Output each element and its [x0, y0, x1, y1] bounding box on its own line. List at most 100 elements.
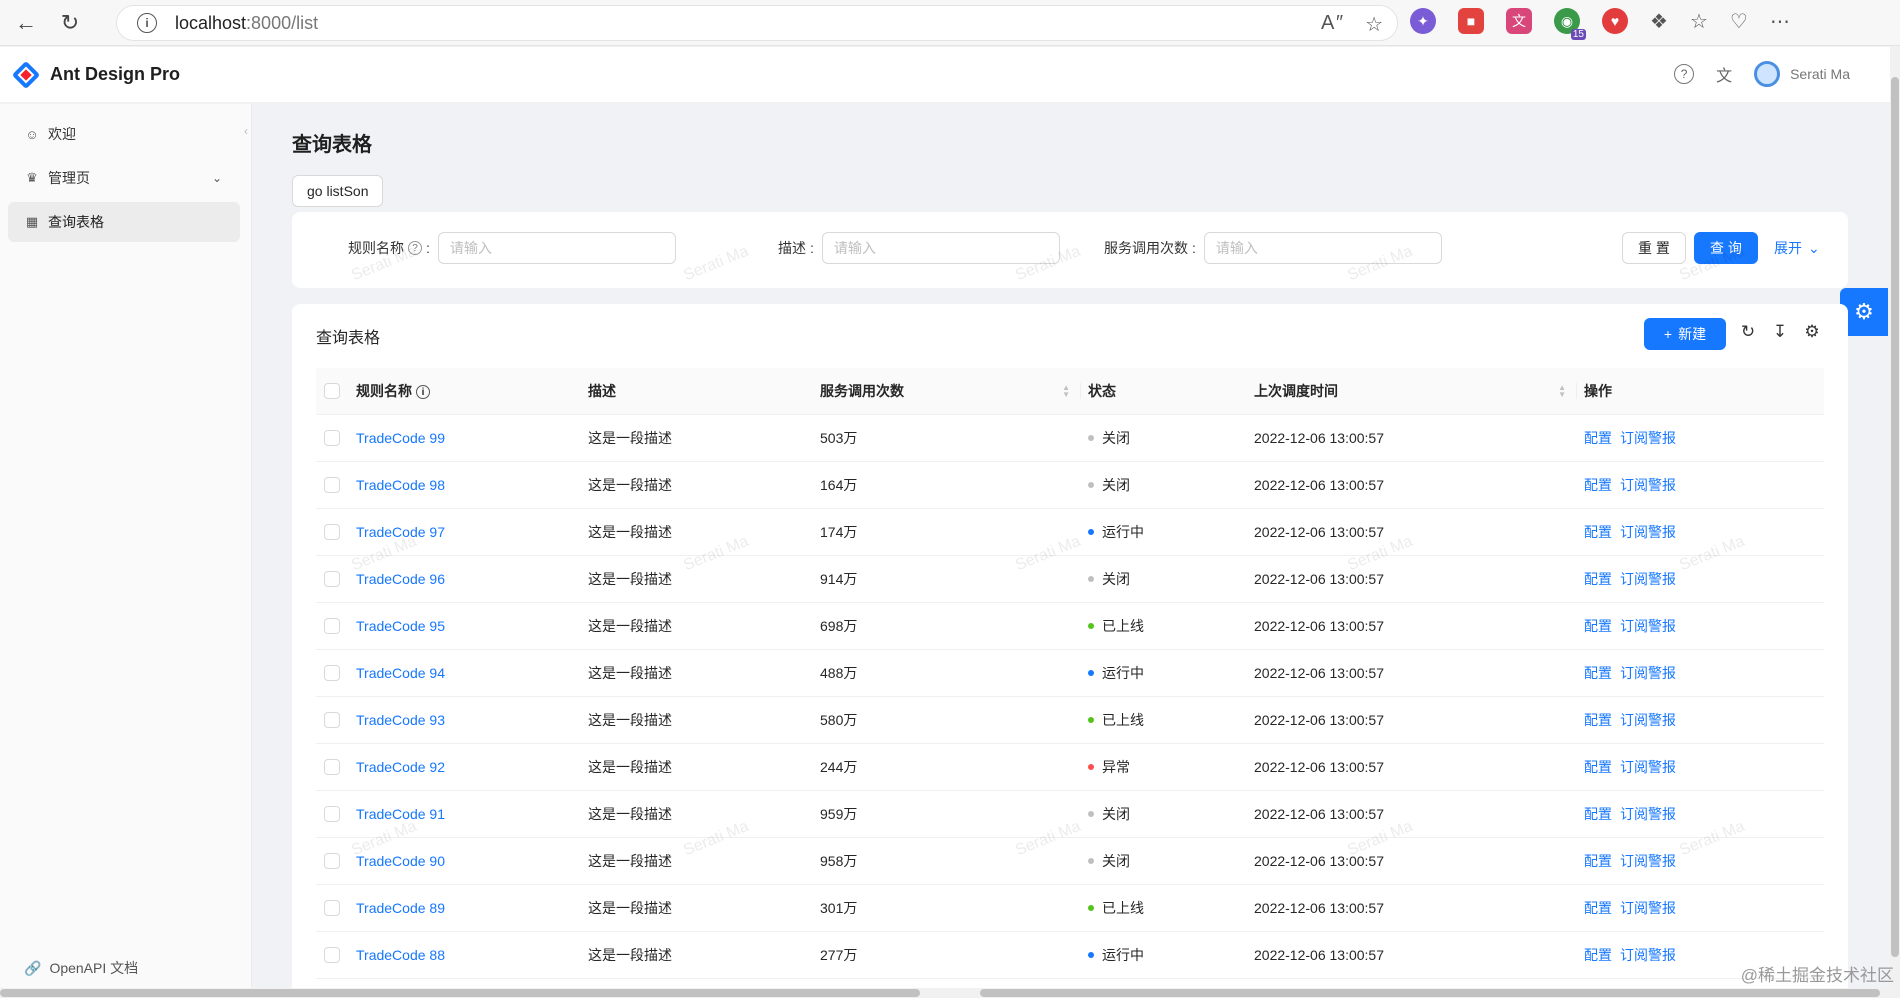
- call-count-input[interactable]: [1203, 232, 1442, 264]
- subscribe-alert-link[interactable]: 订阅警报: [1620, 853, 1676, 869]
- extensions-puzzle-icon[interactable]: ❖: [1650, 9, 1668, 34]
- favorite-star-icon[interactable]: ☆: [1365, 12, 1383, 37]
- address-bar[interactable]: i localhost:8000/list A ″ ☆: [116, 5, 1398, 41]
- subscribe-alert-link[interactable]: 订阅警报: [1620, 524, 1676, 540]
- rule-name-cell: TradeCode 96: [348, 555, 580, 603]
- favorites-icon[interactable]: ☆: [1690, 9, 1708, 34]
- question-circle-icon[interactable]: ?: [408, 241, 422, 255]
- rule-name-link[interactable]: TradeCode 97: [356, 524, 445, 540]
- subscribe-alert-link[interactable]: 订阅警报: [1620, 477, 1676, 493]
- rule-name-link[interactable]: TradeCode 90: [356, 853, 445, 869]
- rule-name-link[interactable]: TradeCode 99: [356, 430, 445, 446]
- extension-shield-icon[interactable]: ♥: [1602, 8, 1628, 34]
- rule-name-link[interactable]: TradeCode 89: [356, 900, 445, 916]
- search-button[interactable]: 查 询: [1694, 232, 1758, 264]
- page-title: 查询表格: [292, 134, 372, 156]
- time-cell: 2022-12-06 13:00:57: [1246, 414, 1576, 462]
- subscribe-alert-link[interactable]: 订阅警报: [1620, 712, 1676, 728]
- row-checkbox[interactable]: [324, 477, 340, 494]
- read-aloud-icon[interactable]: A ″: [1321, 12, 1343, 37]
- config-link[interactable]: 配置: [1584, 712, 1612, 728]
- calls-cell: 301万: [812, 884, 1080, 932]
- browser-essentials-icon[interactable]: ♡: [1730, 9, 1748, 34]
- reload-icon[interactable]: ↻: [52, 5, 88, 41]
- rule-name-link[interactable]: TradeCode 98: [356, 477, 445, 493]
- collapse-sider-icon[interactable]: ‹: [244, 124, 248, 138]
- config-link[interactable]: 配置: [1584, 806, 1612, 822]
- subscribe-alert-link[interactable]: 订阅警报: [1620, 571, 1676, 587]
- subscribe-alert-link[interactable]: 订阅警报: [1620, 759, 1676, 775]
- new-button[interactable]: + 新建: [1644, 318, 1726, 350]
- language-icon[interactable]: 文: [1714, 64, 1734, 85]
- avatar[interactable]: [1754, 61, 1781, 87]
- brand-title[interactable]: Ant Design Pro: [50, 64, 180, 85]
- column-header-time[interactable]: 上次调度时间 ▲ ▼: [1246, 368, 1576, 415]
- call-count-field: 服务调用次数:: [1104, 232, 1442, 264]
- rule-name-link[interactable]: TradeCode 96: [356, 571, 445, 587]
- subscribe-alert-link[interactable]: 订阅警报: [1620, 947, 1676, 963]
- sort-icon[interactable]: ▲ ▼: [1558, 384, 1566, 399]
- vertical-scrollbar[interactable]: [1890, 47, 1900, 988]
- extension-brain-icon[interactable]: ✦: [1410, 8, 1436, 34]
- config-link[interactable]: 配置: [1584, 947, 1612, 963]
- config-link[interactable]: 配置: [1584, 571, 1612, 587]
- extension-cube-icon[interactable]: ■: [1458, 8, 1484, 34]
- back-icon[interactable]: ←: [8, 5, 44, 41]
- user-name[interactable]: Serati Ma: [1790, 66, 1850, 82]
- row-checkbox[interactable]: [324, 571, 340, 588]
- row-checkbox[interactable]: [324, 947, 340, 964]
- row-checkbox[interactable]: [324, 430, 340, 447]
- row-checkbox[interactable]: [324, 618, 340, 635]
- subscribe-alert-link[interactable]: 订阅警报: [1620, 430, 1676, 446]
- config-link[interactable]: 配置: [1584, 665, 1612, 681]
- horizontal-scrollbar[interactable]: [0, 988, 1900, 998]
- subscribe-alert-link[interactable]: 订阅警报: [1620, 618, 1676, 634]
- go-listson-button[interactable]: go listSon: [292, 175, 384, 207]
- description-input[interactable]: [821, 232, 1060, 264]
- site-info-icon[interactable]: i: [137, 13, 157, 33]
- extension-globe-icon[interactable]: ◉ 15: [1554, 8, 1586, 40]
- openapi-docs-link[interactable]: 🔗 OpenAPI 文档: [24, 958, 138, 978]
- subscribe-alert-link[interactable]: 订阅警报: [1620, 900, 1676, 916]
- sidebar-item-table-list[interactable]: ▦ 查询表格: [8, 202, 240, 242]
- expand-toggle[interactable]: 展开 ⌄: [1774, 232, 1820, 264]
- config-link[interactable]: 配置: [1584, 477, 1612, 493]
- row-checkbox[interactable]: [324, 806, 340, 823]
- rule-name-link[interactable]: TradeCode 92: [356, 759, 445, 775]
- ant-logo-icon[interactable]: [11, 60, 41, 89]
- reload-icon[interactable]: ↻: [1738, 322, 1758, 342]
- config-link[interactable]: 配置: [1584, 759, 1612, 775]
- sidebar-item-admin[interactable]: ♛ 管理页 ⌄: [8, 158, 240, 198]
- config-link[interactable]: 配置: [1584, 430, 1612, 446]
- question-icon[interactable]: ?: [1674, 64, 1695, 84]
- row-checkbox[interactable]: [324, 712, 340, 729]
- rule-name-link[interactable]: TradeCode 94: [356, 665, 445, 681]
- config-link[interactable]: 配置: [1584, 900, 1612, 916]
- rule-name-input[interactable]: [437, 232, 676, 264]
- rule-name-link[interactable]: TradeCode 88: [356, 947, 445, 963]
- row-checkbox[interactable]: [324, 524, 340, 541]
- row-checkbox[interactable]: [324, 665, 340, 682]
- config-link[interactable]: 配置: [1584, 524, 1612, 540]
- column-header-calls[interactable]: 服务调用次数 ▲ ▼: [812, 368, 1080, 415]
- row-checkbox[interactable]: [324, 900, 340, 917]
- row-checkbox[interactable]: [324, 759, 340, 776]
- rule-name-link[interactable]: TradeCode 95: [356, 618, 445, 634]
- config-link[interactable]: 配置: [1584, 618, 1612, 634]
- rule-name-link[interactable]: TradeCode 91: [356, 806, 445, 822]
- column-height-icon[interactable]: ↧: [1770, 322, 1790, 342]
- sidebar-item-welcome[interactable]: ☺ 欢迎: [8, 114, 240, 154]
- config-link[interactable]: 配置: [1584, 853, 1612, 869]
- column-header-status: 状态: [1080, 368, 1246, 415]
- subscribe-alert-link[interactable]: 订阅警报: [1620, 665, 1676, 681]
- setting-icon[interactable]: ⚙: [1802, 322, 1822, 342]
- extension-translate-icon[interactable]: 文: [1506, 8, 1532, 34]
- row-checkbox[interactable]: [324, 853, 340, 870]
- subscribe-alert-link[interactable]: 订阅警报: [1620, 806, 1676, 822]
- select-all-checkbox[interactable]: [324, 383, 340, 400]
- sort-icon[interactable]: ▲ ▼: [1062, 384, 1070, 399]
- info-circle-icon[interactable]: i: [416, 385, 430, 400]
- reset-button[interactable]: 重 置: [1622, 232, 1686, 264]
- rule-name-link[interactable]: TradeCode 93: [356, 712, 445, 728]
- more-menu-icon[interactable]: ⋯: [1770, 9, 1790, 34]
